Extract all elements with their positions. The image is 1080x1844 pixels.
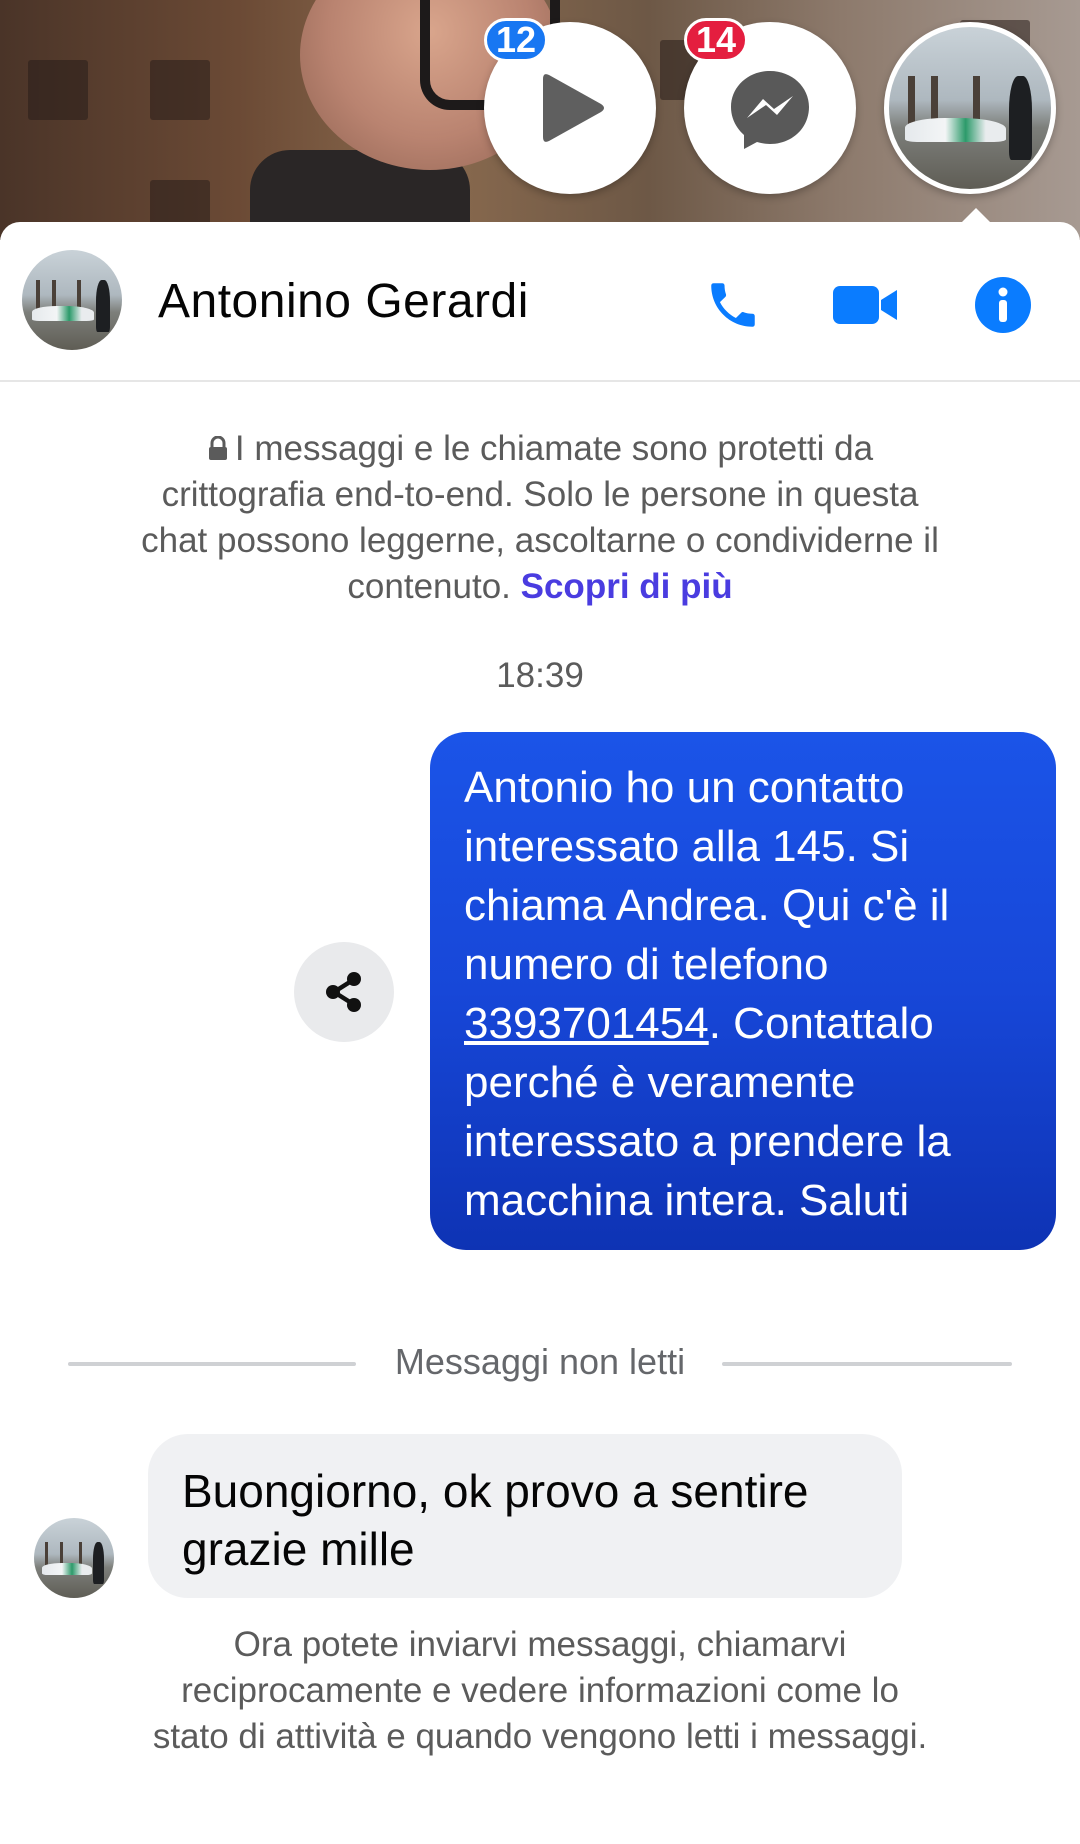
outgoing-text-start: Antonio ho un contatto interessato alla … (464, 763, 950, 989)
messenger-icon (731, 71, 809, 149)
learn-more-link[interactable]: Scopri di più (521, 567, 733, 606)
incoming-text: Buongiorno, ok provo a sentire grazie mi… (182, 1465, 809, 1575)
divider-line-right (722, 1362, 1012, 1366)
contact-chat-head[interactable] (884, 22, 1056, 194)
info-icon (975, 277, 1031, 333)
outgoing-message-bubble[interactable]: Antonio ho un contatto interessato alla … (430, 732, 1056, 1250)
share-icon (326, 972, 361, 1012)
video-call-button[interactable] (828, 272, 904, 338)
incoming-message-bubble[interactable]: Buongiorno, ok provo a sentire grazie mi… (148, 1434, 902, 1598)
contact-name[interactable]: Antonino Gerardi (158, 274, 529, 329)
phone-number-link[interactable]: 3393701454 (464, 999, 709, 1048)
play-icon (543, 74, 604, 142)
sender-avatar[interactable] (34, 1518, 114, 1598)
avatar[interactable] (22, 250, 122, 350)
connection-notice: Ora potete inviarvi messaggi, chiamarvi … (152, 1625, 928, 1756)
video-camera-icon (833, 286, 897, 324)
share-button[interactable] (294, 942, 394, 1042)
info-button[interactable] (968, 270, 1038, 340)
phone-icon (711, 283, 755, 327)
lock-icon (208, 435, 227, 460)
conversation-header: Antonino Gerardi (0, 222, 1080, 382)
messenger-badge: 14 (684, 18, 748, 62)
voice-call-button[interactable] (700, 272, 766, 338)
message-timestamp: 18:39 (496, 656, 584, 695)
video-badge: 12 (484, 18, 548, 62)
encryption-notice: I messaggi e le chiamate sono protetti d… (130, 426, 950, 610)
